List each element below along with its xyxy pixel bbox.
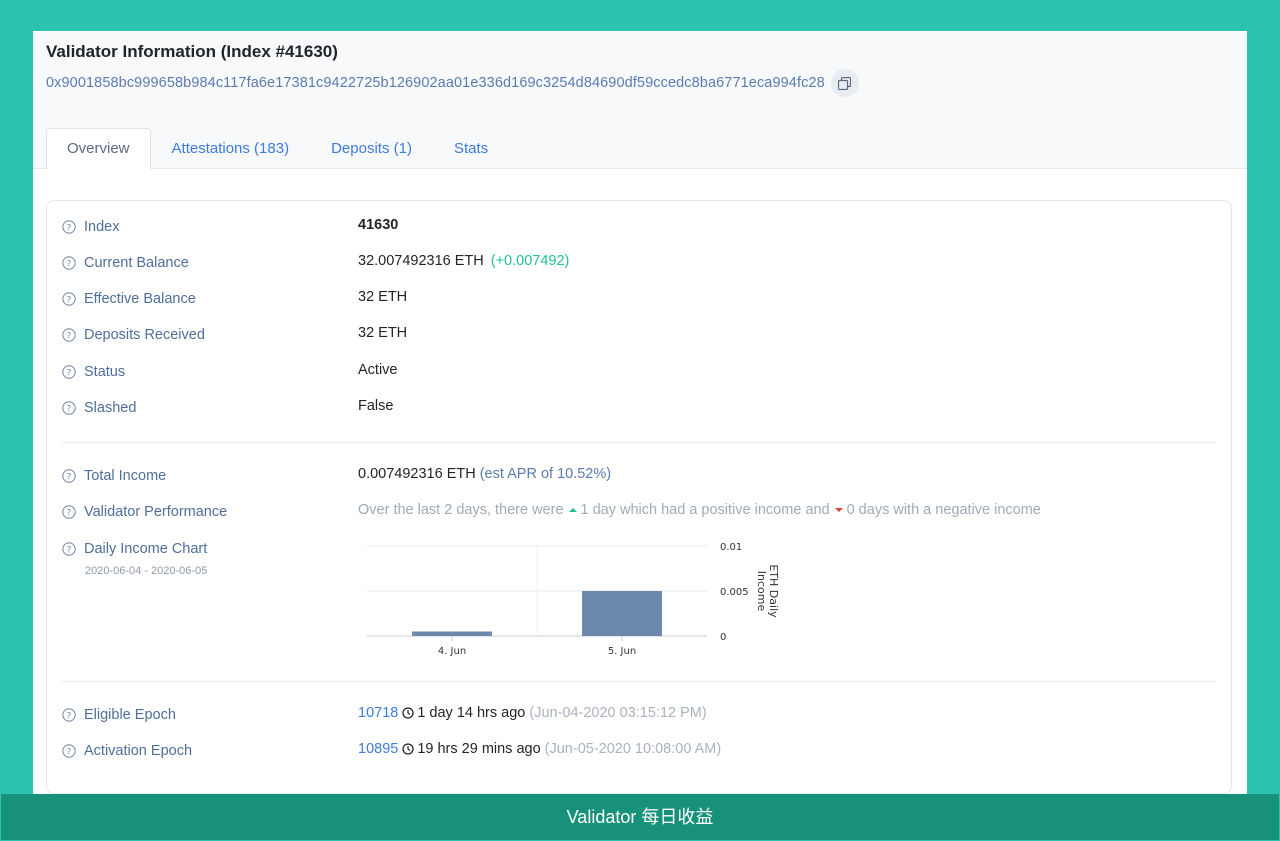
svg-text:?: ? xyxy=(67,473,72,483)
svg-text:?: ? xyxy=(67,369,72,379)
caption-banner: Validator 每日收益 xyxy=(1,794,1279,840)
bar xyxy=(582,591,662,636)
eligible-epoch-value: 10718 1 day 14 hrs ago (Jun-04-2020 03:1… xyxy=(358,705,707,721)
balance-amount: 32.007492316 ETH xyxy=(358,253,484,269)
y-tick-label: 0.005 xyxy=(720,587,749,598)
svg-text:?: ? xyxy=(67,712,72,722)
eligible-epoch-link[interactable]: 10718 xyxy=(358,705,398,721)
performance-value: Over the last 2 days, there were 1 day w… xyxy=(358,502,1041,518)
effective-balance-value: 32 ETH xyxy=(358,289,408,305)
address-row: 0x9001858bc999658b984c117fa6e17381c94227… xyxy=(46,69,859,97)
daily-chart-row: ? Daily Income Chart xyxy=(62,539,207,559)
total-income-row: ? Total Income xyxy=(62,466,166,486)
tab-bar: Overview Attestations (183) Deposits (1)… xyxy=(46,128,509,169)
section-divider xyxy=(62,681,1216,682)
index-label: Index xyxy=(84,219,120,235)
daily-chart-label: Daily Income Chart xyxy=(84,541,208,557)
tab-attestations[interactable]: Attestations (183) xyxy=(151,128,311,168)
help-icon[interactable]: ? xyxy=(62,469,76,483)
current-balance-row: ? Current Balance xyxy=(62,253,189,273)
current-balance-value: 32.007492316 ETH (+0.007492) xyxy=(358,253,569,269)
activation-epoch-link[interactable]: 10895 xyxy=(358,741,398,757)
copy-button[interactable] xyxy=(830,69,859,97)
slashed-label: Slashed xyxy=(84,400,137,416)
svg-text:?: ? xyxy=(67,224,72,234)
performance-prefix: Over the last 2 days, there were xyxy=(358,502,564,518)
index-value: 41630 xyxy=(358,217,399,233)
svg-text:?: ? xyxy=(67,296,72,306)
help-icon[interactable]: ? xyxy=(62,292,76,306)
current-balance-label: Current Balance xyxy=(84,255,189,271)
tab-deposits[interactable]: Deposits (1) xyxy=(310,128,433,168)
activation-epoch-label: Activation Epoch xyxy=(84,743,193,759)
help-icon[interactable]: ? xyxy=(62,365,76,379)
clock-icon xyxy=(402,707,414,719)
help-icon[interactable]: ? xyxy=(62,256,76,270)
status-value: Active xyxy=(358,362,398,378)
help-icon[interactable]: ? xyxy=(62,328,76,342)
eligible-epoch-label: Eligible Epoch xyxy=(84,707,176,723)
daily-income-chart: 00.0050.014. Jun 5. JunETH DailyIncome xyxy=(367,542,780,657)
x-tick-label: 5. Jun xyxy=(608,646,636,657)
activation-epoch-ago: 19 hrs 29 mins ago xyxy=(417,741,541,757)
svg-text:?: ? xyxy=(67,748,72,758)
copy-icon xyxy=(838,76,852,90)
bar xyxy=(412,631,492,636)
slashed-value: False xyxy=(358,398,394,414)
deposits-received-label: Deposits Received xyxy=(84,327,205,343)
performance-label: Validator Performance xyxy=(84,504,228,520)
help-icon[interactable]: ? xyxy=(62,401,76,415)
total-income-amount: 0.007492316 ETH xyxy=(358,466,476,482)
activation-epoch-date: (Jun-05-2020 10:08:00 AM) xyxy=(544,741,722,757)
y-tick-label: 0 xyxy=(720,632,726,643)
triangle-down-icon xyxy=(834,508,843,512)
tab-stats[interactable]: Stats xyxy=(433,128,509,168)
triangle-up-icon xyxy=(568,508,577,512)
performance-negative: 0 days with a negative income xyxy=(846,502,1041,518)
slashed-row: ? Slashed xyxy=(62,398,136,418)
help-icon[interactable]: ? xyxy=(62,505,76,519)
balance-change: (+0.007492) xyxy=(490,253,570,269)
validator-header: Validator Information (Index #41630) 0x9… xyxy=(33,31,1247,169)
clock-icon xyxy=(402,743,414,755)
eligible-epoch-date: (Jun-04-2020 03:15:12 PM) xyxy=(529,705,707,721)
deposits-received-row: ? Deposits Received xyxy=(62,325,205,345)
tab-overview[interactable]: Overview xyxy=(46,128,151,169)
svg-text:?: ? xyxy=(67,260,72,270)
est-apr: (est APR of 10.52%) xyxy=(479,466,612,482)
activation-epoch-row: ? Activation Epoch xyxy=(62,741,192,761)
page-title: Validator Information (Index #41630) xyxy=(46,42,338,61)
help-icon[interactable]: ? xyxy=(62,744,76,758)
svg-text:?: ? xyxy=(67,509,72,519)
y-axis-title: Income xyxy=(755,571,768,612)
svg-text:?: ? xyxy=(67,546,72,556)
help-icon[interactable]: ? xyxy=(62,220,76,234)
effective-balance-label: Effective Balance xyxy=(84,291,196,307)
overview-card: ? Index 41630 ? Current Balance 32.00749… xyxy=(46,200,1232,794)
help-icon[interactable]: ? xyxy=(62,542,76,556)
y-tick-label: 0.01 xyxy=(720,542,742,553)
status-row: ? Status xyxy=(62,362,125,382)
eligible-epoch-row: ? Eligible Epoch xyxy=(62,705,176,725)
effective-balance-row: ? Effective Balance xyxy=(62,289,196,309)
daily-chart-range: 2020-06-04 - 2020-06-05 xyxy=(85,565,208,577)
section-divider xyxy=(62,442,1216,443)
total-income-label: Total Income xyxy=(84,468,167,484)
help-icon[interactable]: ? xyxy=(62,708,76,722)
validator-window: Validator Information (Index #41630) 0x9… xyxy=(33,31,1247,794)
eligible-epoch-ago: 1 day 14 hrs ago xyxy=(417,705,526,721)
activation-epoch-value: 10895 19 hrs 29 mins ago (Jun-05-2020 10… xyxy=(358,741,721,757)
total-income-value: 0.007492316 ETH (est APR of 10.52%) xyxy=(358,466,611,482)
index-row: ? Index xyxy=(62,217,119,237)
svg-text:?: ? xyxy=(67,332,72,342)
svg-text:?: ? xyxy=(67,405,72,415)
validator-address: 0x9001858bc999658b984c117fa6e17381c94227… xyxy=(46,75,825,91)
deposits-received-value: 32 ETH xyxy=(358,325,408,341)
x-tick-label: 4. Jun xyxy=(438,646,466,657)
status-label: Status xyxy=(84,364,126,380)
performance-row: ? Validator Performance xyxy=(62,502,227,522)
performance-positive: 1 day which had a positive income and xyxy=(580,502,830,518)
